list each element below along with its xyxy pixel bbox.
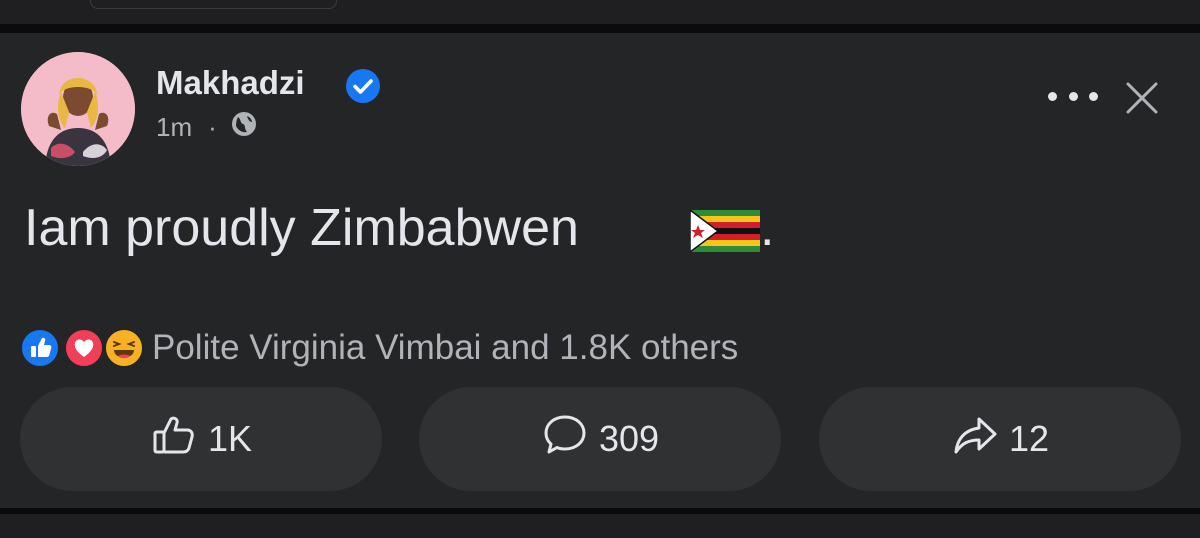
share-button[interactable]: 12 — [819, 387, 1181, 491]
post-author[interactable]: Makhadzi — [156, 63, 305, 103]
avatar[interactable] — [21, 52, 135, 166]
post-timestamp[interactable]: 1m — [156, 112, 192, 143]
like-button[interactable]: 1K — [20, 387, 382, 491]
dot-icon — [1089, 91, 1098, 101]
post-meta: 1m · — [156, 110, 257, 144]
thumbs-up-icon — [150, 411, 198, 468]
dot-icon — [1068, 91, 1078, 101]
reaction-icons[interactable] — [20, 328, 150, 368]
comment-button[interactable]: 309 — [419, 387, 781, 491]
post-body-period: . — [760, 199, 775, 257]
verified-badge-icon — [345, 68, 381, 104]
dot-icon — [1048, 91, 1057, 101]
share-count: 12 — [1008, 418, 1050, 459]
haha-reaction-icon — [104, 328, 144, 368]
post-body-text: Iam proudly Zimbabwen — [24, 199, 579, 257]
close-icon[interactable] — [1124, 80, 1160, 116]
next-post-edge — [0, 514, 1200, 538]
like-count: 1K — [207, 418, 253, 459]
zimbabwe-flag-icon — [689, 208, 760, 254]
previous-post-button-edge — [90, 0, 337, 9]
comment-count: 309 — [598, 418, 660, 459]
meta-separator: · — [208, 111, 217, 142]
comment-bubble-icon — [541, 411, 589, 468]
love-reaction-icon — [64, 328, 104, 368]
share-arrow-icon — [951, 411, 999, 468]
more-options-button[interactable] — [1048, 82, 1098, 110]
globe-icon — [231, 111, 257, 144]
reaction-summary[interactable]: Polite Virginia Vimbai and 1.8K others — [152, 328, 738, 368]
like-reaction-icon — [20, 328, 60, 368]
previous-post-edge — [0, 0, 1200, 24]
